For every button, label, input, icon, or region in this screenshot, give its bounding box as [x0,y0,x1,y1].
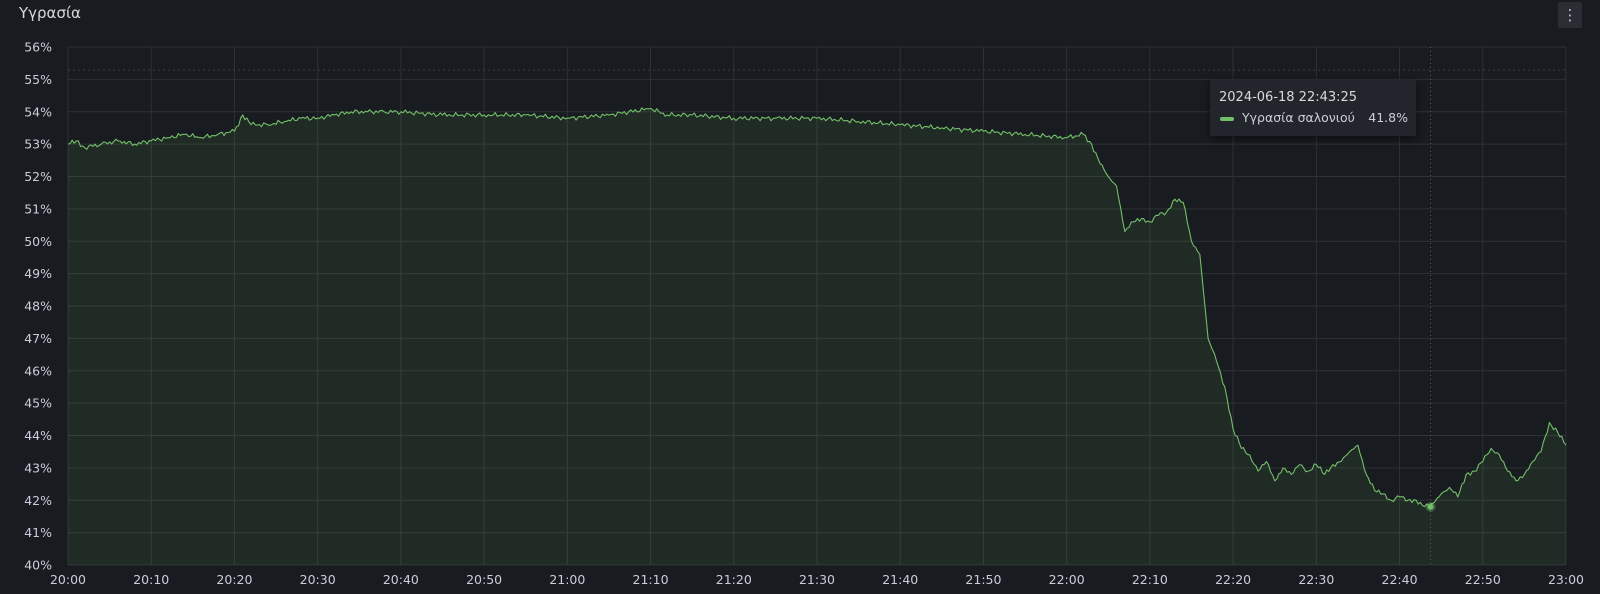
y-tick-label: 50% [24,234,52,249]
y-tick-label: 55% [24,72,52,87]
hover-tooltip: 2024-06-18 22:43:25 Υγρασία σαλονιού 41.… [1210,80,1416,136]
tooltip-time: 2024-06-18 22:43:25 [1219,90,1358,105]
x-tick-label: 21:10 [633,572,669,587]
y-tick-label: 41% [24,525,52,540]
x-tick-label: 22:00 [1049,572,1085,587]
x-tick-label: 22:30 [1298,572,1334,587]
x-tick-label: 21:00 [549,572,585,587]
y-axis: 40% 41% 42% 43% 44% 45% 46% 47% 48% 49% 50% 51% 52% 5… [24,40,52,573]
tooltip-series-swatch [1220,117,1234,121]
y-tick-label: 48% [24,299,52,314]
humidity-panel: Υγρασία ⋮ 40% 41% 42% 43% 44% 45% 46% 47% 48% 49%… [0,0,1600,594]
hover-point [1427,503,1434,510]
y-tick-label: 40% [24,558,52,573]
x-tick-label: 22:50 [1465,572,1501,587]
x-tick-label: 21:30 [799,572,835,587]
x-axis: 20:00 20:10 20:20 20:30 20:40 20:50 21:00 21:10… [50,572,1584,587]
y-tick-label: 51% [24,201,52,216]
y-tick-label: 47% [24,331,52,346]
y-tick-label: 49% [24,266,52,281]
y-tick-label: 45% [24,396,52,411]
x-tick-label: 20:00 [50,572,86,587]
x-tick-label: 20:50 [466,572,502,587]
x-tick-label: 20:30 [300,572,336,587]
x-tick-label: 22:40 [1382,572,1418,587]
x-tick-label: 23:00 [1548,572,1584,587]
y-tick-label: 46% [24,363,52,378]
y-tick-label: 43% [24,460,52,475]
x-tick-label: 21:50 [965,572,1001,587]
y-tick-label: 53% [24,137,52,152]
tooltip-series-name: Υγρασία σαλονιού [1242,110,1355,125]
x-tick-label: 21:40 [882,572,918,587]
x-tick-label: 22:10 [1132,572,1168,587]
y-tick-label: 44% [24,428,52,443]
x-tick-label: 20:20 [216,572,252,587]
y-tick-label: 52% [24,169,52,184]
tooltip-series-value: 41.8% [1368,110,1408,125]
x-tick-label: 20:40 [383,572,419,587]
y-tick-label: 42% [24,493,52,508]
x-tick-label: 20:10 [133,572,169,587]
x-tick-label: 22:20 [1215,572,1251,587]
y-tick-label: 56% [24,40,52,55]
x-tick-label: 21:20 [716,572,752,587]
y-tick-label: 54% [24,104,52,119]
